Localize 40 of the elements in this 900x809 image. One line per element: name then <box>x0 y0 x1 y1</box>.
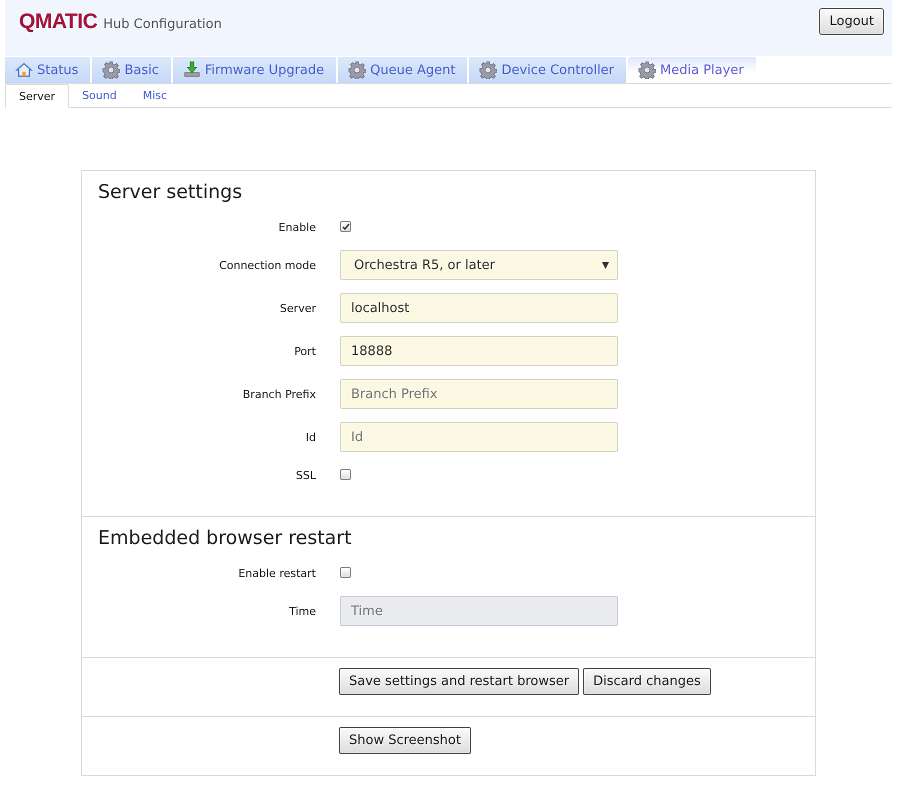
sub-tab[interactable]: Sound <box>69 84 130 107</box>
field-label: Time <box>289 604 316 618</box>
tab[interactable]: Status <box>5 57 92 83</box>
app-title: Hub Configuration <box>103 17 222 32</box>
download-icon <box>182 61 201 79</box>
sub-tab[interactable]: Misc <box>130 84 180 107</box>
dropdown[interactable]: Orchestra R5, or later <box>340 250 618 280</box>
logout-button[interactable]: Logout <box>819 8 884 35</box>
input-field[interactable]: 18888 <box>340 336 618 366</box>
gear-icon <box>348 61 366 79</box>
section-title: Embedded browser restart <box>98 527 353 549</box>
caret-icon <box>602 262 609 268</box>
checkbox[interactable] <box>340 567 351 578</box>
sub-tab[interactable]: Server <box>5 84 70 108</box>
field-label: Enable restart <box>238 566 316 580</box>
field-label: Server <box>280 302 316 314</box>
action-button[interactable]: Show Screenshot <box>339 727 471 754</box>
field-label: Port <box>294 344 316 358</box>
tab[interactable]: Firmware Upgrade <box>172 57 338 83</box>
input-field[interactable]: Branch Prefix <box>340 379 618 409</box>
logo: QMATIC <box>19 10 98 34</box>
gear-icon <box>102 61 120 79</box>
input-field[interactable]: Id <box>340 422 618 452</box>
field-label: SSL <box>296 468 316 482</box>
section-title: Server settings <box>98 181 244 203</box>
field-label: Id <box>306 430 316 444</box>
field-label: Branch Prefix <box>242 388 316 400</box>
tab[interactable]: Device Controller <box>469 57 628 83</box>
gear-icon <box>638 61 656 79</box>
house-icon <box>15 61 33 79</box>
tab[interactable]: Queue Agent <box>338 57 470 83</box>
checkbox[interactable] <box>340 469 351 480</box>
action-button[interactable]: Save settings and restart browser <box>339 668 580 695</box>
tab[interactable]: Basic <box>92 57 173 83</box>
gear-icon <box>479 61 498 79</box>
action-button[interactable]: Discard changes <box>583 668 711 695</box>
input-field[interactable]: localhost <box>340 293 618 323</box>
checkbox[interactable] <box>340 221 351 232</box>
field-label: Connection mode <box>219 258 316 272</box>
field-label: Enable <box>278 220 316 234</box>
